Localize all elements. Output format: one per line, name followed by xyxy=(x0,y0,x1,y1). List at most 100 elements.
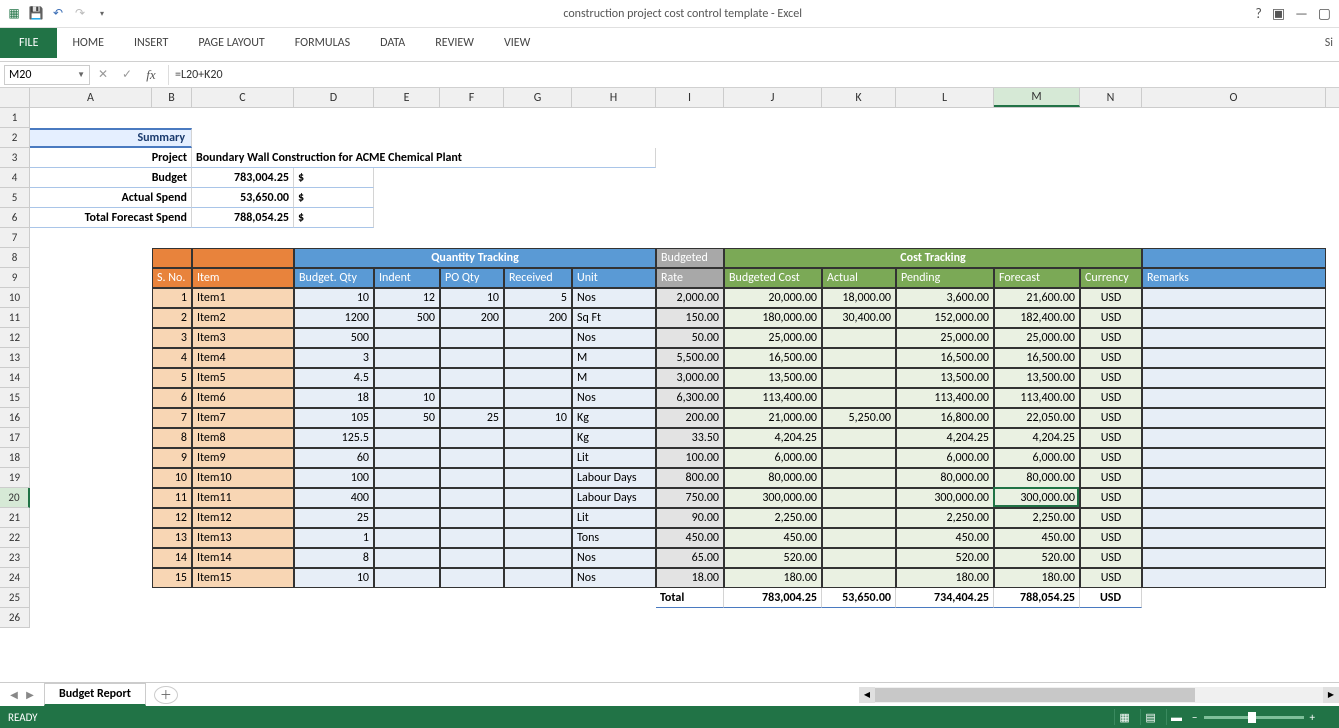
data-unit-18[interactable]: Lit xyxy=(572,448,656,468)
row-header-20[interactable]: 20 xyxy=(0,488,30,508)
grid-cell[interactable] xyxy=(440,108,504,128)
row-header-6[interactable]: 6 xyxy=(0,208,30,228)
data-unit-16[interactable]: Kg xyxy=(572,408,656,428)
data-po-17[interactable] xyxy=(440,428,504,448)
grid-cell[interactable] xyxy=(1142,168,1326,188)
col-header-L[interactable]: L xyxy=(896,88,994,107)
grid-cell[interactable] xyxy=(152,608,192,628)
row-header-13[interactable]: 13 xyxy=(0,348,30,368)
grid-cell[interactable] xyxy=(1080,188,1142,208)
grid-cell[interactable] xyxy=(192,228,294,248)
data-rc-13[interactable] xyxy=(504,348,572,368)
data-item-23[interactable]: Item14 xyxy=(192,548,294,568)
grid-cell[interactable] xyxy=(440,228,504,248)
grid-cell[interactable] xyxy=(656,188,724,208)
data-bc-16[interactable]: 21,000.00 xyxy=(724,408,822,428)
data-rate-11[interactable]: 150.00 xyxy=(656,308,724,328)
data-unit-13[interactable]: M xyxy=(572,348,656,368)
grid-cell[interactable] xyxy=(30,528,152,548)
row-header-12[interactable]: 12 xyxy=(0,328,30,348)
data-bc-19[interactable]: 80,000.00 xyxy=(724,468,822,488)
data-po-10[interactable]: 10 xyxy=(440,288,504,308)
grid-cell[interactable] xyxy=(572,588,656,608)
grid-cell[interactable] xyxy=(30,328,152,348)
data-item-13[interactable]: Item4 xyxy=(192,348,294,368)
grid-cell[interactable] xyxy=(822,128,896,148)
view-page-layout-icon[interactable]: ▤ xyxy=(1140,709,1160,725)
grid-cell[interactable] xyxy=(1142,128,1326,148)
data-fc-19[interactable]: 80,000.00 xyxy=(994,468,1080,488)
row-header-8[interactable]: 8 xyxy=(0,248,30,268)
data-unit-11[interactable]: Sq Ft xyxy=(572,308,656,328)
data-ind-20[interactable] xyxy=(374,488,440,508)
grid-cell[interactable] xyxy=(374,108,440,128)
row-header-23[interactable]: 23 xyxy=(0,548,30,568)
grid-cell[interactable] xyxy=(30,468,152,488)
grid-cell[interactable] xyxy=(504,588,572,608)
data-rc-24[interactable] xyxy=(504,568,572,588)
data-rem-19[interactable] xyxy=(1142,468,1326,488)
grid-cell[interactable] xyxy=(724,128,822,148)
grid-cell[interactable] xyxy=(656,168,724,188)
data-rem-14[interactable] xyxy=(1142,368,1326,388)
grid-cell[interactable] xyxy=(504,228,572,248)
data-bq-10[interactable]: 10 xyxy=(294,288,374,308)
data-fc-21[interactable]: 2,250.00 xyxy=(994,508,1080,528)
data-cu-13[interactable]: USD xyxy=(1080,348,1142,368)
data-rate-10[interactable]: 2,000.00 xyxy=(656,288,724,308)
data-pe-17[interactable]: 4,204.25 xyxy=(896,428,994,448)
data-bc-13[interactable]: 16,500.00 xyxy=(724,348,822,368)
grid-cell[interactable] xyxy=(294,108,374,128)
col-header-J[interactable]: J xyxy=(724,88,822,107)
data-fc-15[interactable]: 113,400.00 xyxy=(994,388,1080,408)
data-pe-22[interactable]: 450.00 xyxy=(896,528,994,548)
grid-cell[interactable] xyxy=(374,188,440,208)
grid-cell[interactable] xyxy=(1080,148,1142,168)
data-rate-22[interactable]: 450.00 xyxy=(656,528,724,548)
data-cu-24[interactable]: USD xyxy=(1080,568,1142,588)
data-cu-23[interactable]: USD xyxy=(1080,548,1142,568)
data-cu-10[interactable]: USD xyxy=(1080,288,1142,308)
data-unit-20[interactable]: Labour Days xyxy=(572,488,656,508)
grid-cell[interactable] xyxy=(572,608,656,628)
data-rate-21[interactable]: 90.00 xyxy=(656,508,724,528)
grid-cell[interactable] xyxy=(30,568,152,588)
col-header-A[interactable]: A xyxy=(30,88,152,107)
data-sno-13[interactable]: 4 xyxy=(152,348,192,368)
grid-cell[interactable] xyxy=(192,608,294,628)
data-po-24[interactable] xyxy=(440,568,504,588)
data-sno-12[interactable]: 3 xyxy=(152,328,192,348)
grid-cell[interactable] xyxy=(822,188,896,208)
enter-icon[interactable]: ✓ xyxy=(118,67,136,82)
data-fc-14[interactable]: 13,500.00 xyxy=(994,368,1080,388)
grid-cell[interactable] xyxy=(152,228,192,248)
data-rc-21[interactable] xyxy=(504,508,572,528)
data-ind-10[interactable]: 12 xyxy=(374,288,440,308)
data-pe-19[interactable]: 80,000.00 xyxy=(896,468,994,488)
data-po-23[interactable] xyxy=(440,548,504,568)
select-all-corner[interactable] xyxy=(0,88,30,107)
col-header-H[interactable]: H xyxy=(572,88,656,107)
data-ind-23[interactable] xyxy=(374,548,440,568)
grid-cell[interactable] xyxy=(440,128,504,148)
data-cu-19[interactable]: USD xyxy=(1080,468,1142,488)
horizontal-scrollbar[interactable]: ◀ ▶ xyxy=(859,687,1339,703)
data-bc-23[interactable]: 520.00 xyxy=(724,548,822,568)
help-icon[interactable]: ? xyxy=(1255,5,1262,22)
data-rate-14[interactable]: 3,000.00 xyxy=(656,368,724,388)
data-po-21[interactable] xyxy=(440,508,504,528)
data-bc-12[interactable]: 25,000.00 xyxy=(724,328,822,348)
data-fc-22[interactable]: 450.00 xyxy=(994,528,1080,548)
zoom-slider[interactable] xyxy=(1204,716,1304,719)
grid-cell[interactable] xyxy=(656,128,724,148)
grid-cell[interactable] xyxy=(30,548,152,568)
data-rc-10[interactable]: 5 xyxy=(504,288,572,308)
row-header-9[interactable]: 9 xyxy=(0,268,30,288)
data-pe-23[interactable]: 520.00 xyxy=(896,548,994,568)
grid-cell[interactable] xyxy=(1080,168,1142,188)
data-bq-22[interactable]: 1 xyxy=(294,528,374,548)
grid-cell[interactable] xyxy=(192,128,294,148)
data-rc-14[interactable] xyxy=(504,368,572,388)
data-rate-24[interactable]: 18.00 xyxy=(656,568,724,588)
col-header-M[interactable]: M xyxy=(994,88,1080,107)
